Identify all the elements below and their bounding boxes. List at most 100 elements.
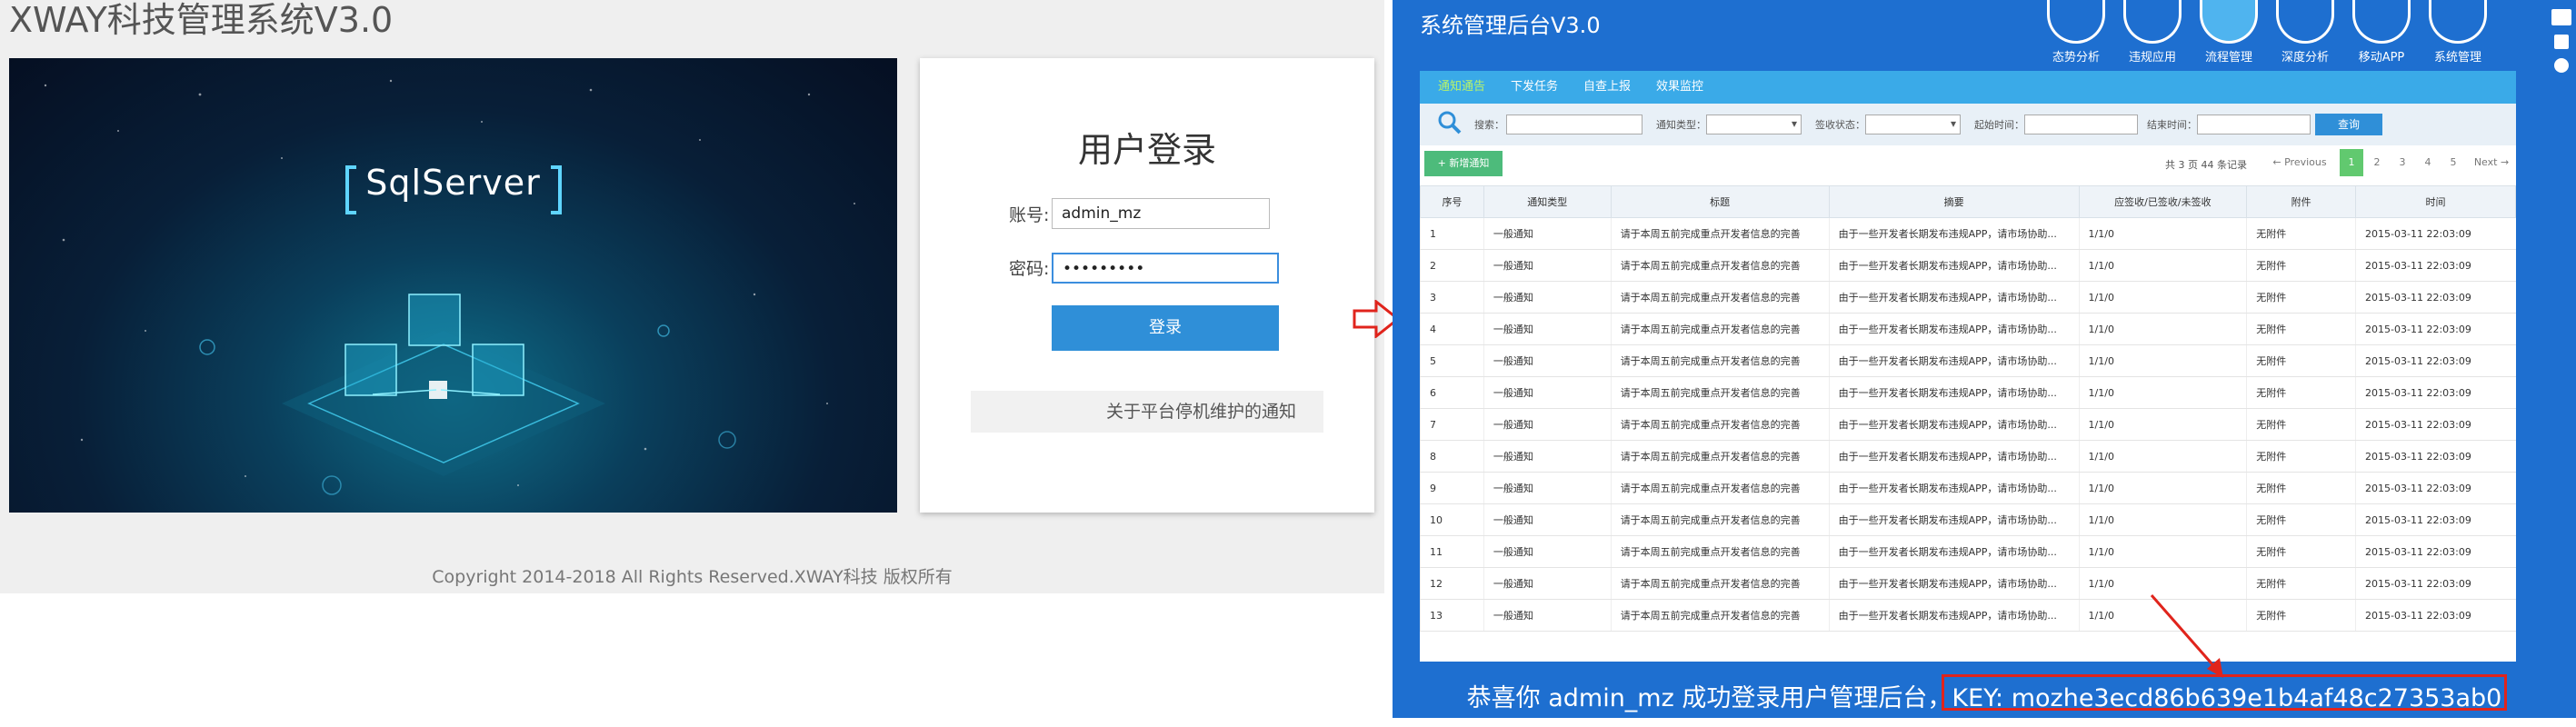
- tab-tasks[interactable]: 下发任务: [1511, 71, 1558, 104]
- power-icon[interactable]: [2554, 58, 2569, 73]
- cell-notice-type: 一般通知: [1483, 408, 1612, 441]
- col-time: 时间: [2355, 185, 2516, 218]
- admin-backend: 系统管理后台V3.0 态势分析 违规应用 流程管理 深度分析 移动APP 系统管…: [1393, 0, 2576, 718]
- browser-icon: [2200, 0, 2258, 44]
- nav-label: 违规应用: [2128, 51, 2176, 65]
- nav-mobile-app[interactable]: 移动APP: [2343, 0, 2420, 65]
- cell-title: 请于本周五前完成重点开发者信息的完善: [1610, 344, 1830, 377]
- pager-page-3[interactable]: 3: [2391, 149, 2414, 176]
- cell-index: 11: [1420, 535, 1484, 568]
- table-row[interactable]: 6 一般通知 请于本周五前完成重点开发者信息的完善 由于一些开发者长期发布违规APP，…: [1420, 376, 2516, 409]
- cell-notice-type: 一般通知: [1483, 472, 1612, 504]
- pager-previous[interactable]: ← Previous: [2263, 149, 2336, 176]
- cell-index: 3: [1420, 281, 1484, 314]
- notice-table: 序号 通知类型 标题 摘要 应签收/已签收/未签收 附件 时间 1 一般通知 请于本…: [1420, 185, 2516, 632]
- notice-type-select[interactable]: [1706, 115, 1802, 134]
- table-row[interactable]: 10 一般通知 请于本周五前完成重点开发者信息的完善 由于一些开发者长期发布违规APP…: [1420, 503, 2516, 536]
- cell-index: 10: [1420, 503, 1484, 536]
- search-label: 搜索：: [1474, 119, 1504, 131]
- cell-notice-type: 一般通知: [1483, 313, 1612, 345]
- table-row[interactable]: 2 一般通知 请于本周五前完成重点开发者信息的完善 由于一些开发者长期发布违规APP，…: [1420, 249, 2516, 282]
- cell-summary: 由于一些开发者长期发布违规APP，请市场协助...: [1828, 535, 2080, 568]
- table-row[interactable]: 5 一般通知 请于本周五前完成重点开发者信息的完善 由于一些开发者长期发布违规APP，…: [1420, 344, 2516, 377]
- search-input[interactable]: [1506, 115, 1642, 134]
- pager-page-4[interactable]: 4: [2416, 149, 2440, 176]
- password-label: 密码:: [1009, 259, 1050, 279]
- cell-time: 2015-03-11 22:03:09: [2355, 249, 2516, 282]
- cell-index: 5: [1420, 344, 1484, 377]
- query-button[interactable]: 查询: [2315, 114, 2382, 135]
- login-button[interactable]: 登录: [1052, 305, 1279, 351]
- chart-icon: [2047, 0, 2105, 44]
- cell-attachment: 无附件: [2246, 535, 2356, 568]
- nav-situation-analysis[interactable]: 态势分析: [2038, 0, 2114, 65]
- cell-notice-type: 一般通知: [1483, 535, 1612, 568]
- col-title: 标题: [1610, 185, 1830, 218]
- tab-effect-monitor[interactable]: 效果监控: [1656, 71, 1703, 104]
- login-page: XWAY科技管理系统V3.0 SqlServer 用户登录 账号: admin_…: [0, 0, 1384, 593]
- start-time-label: 起始时间：: [1974, 119, 2024, 131]
- cell-summary: 由于一些开发者长期发布违规APP，请市场协助...: [1828, 408, 2080, 441]
- cell-summary: 由于一些开发者长期发布违规APP，请市场协助...: [1828, 567, 2080, 600]
- cell-attachment: 无附件: [2246, 344, 2356, 377]
- cell-summary: 由于一些开发者长期发布违规APP，请市场协助...: [1828, 376, 2080, 409]
- cell-receipt-status: 1/1/0: [2078, 440, 2247, 473]
- copyright: Copyright 2014-2018 All Rights Reserved.…: [432, 567, 953, 587]
- nav-violation-apps[interactable]: 违规应用: [2114, 0, 2191, 65]
- pointer-arrow-icon: [2150, 594, 2223, 678]
- cell-title: 请于本周五前完成重点开发者信息的完善: [1610, 535, 1830, 568]
- cell-attachment: 无附件: [2246, 249, 2356, 282]
- table-row[interactable]: 12 一般通知 请于本周五前完成重点开发者信息的完善 由于一些开发者长期发布违规APP…: [1420, 567, 2516, 600]
- cell-receipt-status: 1/1/0: [2078, 344, 2247, 377]
- tab-self-report[interactable]: 自查上报: [1583, 71, 1631, 104]
- cell-index: 1: [1420, 217, 1484, 250]
- cell-attachment: 无附件: [2246, 472, 2356, 504]
- nav-system-management[interactable]: 系统管理: [2420, 0, 2496, 65]
- cell-notice-type: 一般通知: [1483, 599, 1612, 632]
- end-time-input[interactable]: [2197, 115, 2311, 134]
- cell-attachment: 无附件: [2246, 503, 2356, 536]
- receipt-status-select[interactable]: [1865, 115, 1961, 134]
- end-time-label: 结束时间：: [2147, 119, 2197, 131]
- tab-notices[interactable]: 通知通告: [1438, 71, 1485, 104]
- table-row[interactable]: 8 一般通知 请于本周五前完成重点开发者信息的完善 由于一些开发者长期发布违规APP，…: [1420, 440, 2516, 473]
- shield-icon: [2352, 0, 2411, 44]
- product-name: SqlServer: [365, 163, 541, 203]
- table-row[interactable]: 1 一般通知 请于本周五前完成重点开发者信息的完善 由于一些开发者长期发布违规APP，…: [1420, 217, 2516, 250]
- table-row[interactable]: 3 一般通知 请于本周五前完成重点开发者信息的完善 由于一些开发者长期发布违规APP，…: [1420, 281, 2516, 314]
- cell-summary: 由于一些开发者长期发布违规APP，请市场协助...: [1828, 249, 2080, 282]
- cell-title: 请于本周五前完成重点开发者信息的完善: [1610, 440, 1830, 473]
- table-row[interactable]: 7 一般通知 请于本周五前完成重点开发者信息的完善 由于一些开发者长期发布违规APP，…: [1420, 408, 2516, 441]
- cell-time: 2015-03-11 22:03:09: [2355, 440, 2516, 473]
- cell-index: 12: [1420, 567, 1484, 600]
- table-row[interactable]: 11 一般通知 请于本周五前完成重点开发者信息的完善 由于一些开发者长期发布违规APP…: [1420, 535, 2516, 568]
- maintenance-notice-link[interactable]: 关于平台停机维护的通知: [971, 391, 1323, 433]
- cell-receipt-status: 1/1/0: [2078, 217, 2247, 250]
- cell-receipt-status: 1/1/0: [2078, 503, 2247, 536]
- cell-receipt-status: 1/1/0: [2078, 313, 2247, 345]
- search-icon: [1438, 111, 1462, 134]
- cell-title: 请于本周五前完成重点开发者信息的完善: [1610, 472, 1830, 504]
- lock-icon[interactable]: [2554, 35, 2569, 49]
- mail-icon[interactable]: [2551, 9, 2571, 25]
- cell-receipt-status: 1/1/0: [2078, 376, 2247, 409]
- cell-attachment: 无附件: [2246, 408, 2356, 441]
- account-input[interactable]: admin_mz: [1052, 198, 1270, 229]
- cell-time: 2015-03-11 22:03:09: [2355, 472, 2516, 504]
- add-notice-button[interactable]: + 新增通知: [1424, 151, 1503, 176]
- cell-attachment: 无附件: [2246, 217, 2356, 250]
- nav-process-management[interactable]: 流程管理: [2191, 0, 2267, 65]
- start-time-input[interactable]: [2024, 115, 2138, 134]
- gauge-icon: [2276, 0, 2334, 44]
- pager-page-5[interactable]: 5: [2441, 149, 2465, 176]
- pager-page-2[interactable]: 2: [2365, 149, 2389, 176]
- pager-page-1[interactable]: 1: [2340, 149, 2363, 176]
- cell-receipt-status: 1/1/0: [2078, 535, 2247, 568]
- table-row[interactable]: 9 一般通知 请于本周五前完成重点开发者信息的完善 由于一些开发者长期发布违规APP，…: [1420, 472, 2516, 504]
- nav-deep-analysis[interactable]: 深度分析: [2267, 0, 2343, 65]
- table-row[interactable]: 13 一般通知 请于本周五前完成重点开发者信息的完善 由于一些开发者长期发布违规APP…: [1420, 599, 2516, 632]
- table-row[interactable]: 4 一般通知 请于本周五前完成重点开发者信息的完善 由于一些开发者长期发布违规APP，…: [1420, 313, 2516, 345]
- password-input[interactable]: •••••••••: [1052, 253, 1279, 284]
- cell-summary: 由于一些开发者长期发布违规APP，请市场协助...: [1828, 599, 2080, 632]
- pager-next[interactable]: Next →: [2467, 149, 2516, 176]
